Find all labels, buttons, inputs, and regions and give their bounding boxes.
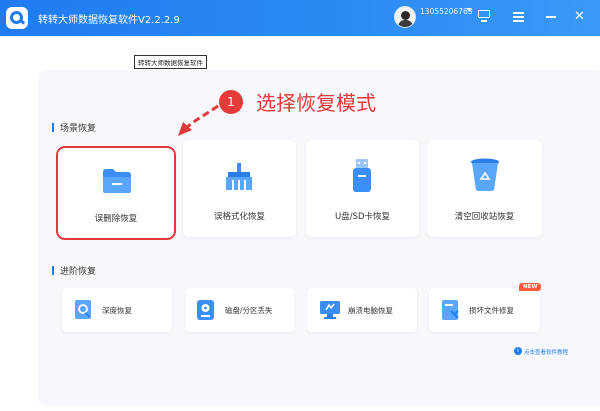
usb-drive-icon xyxy=(353,159,371,192)
card-recycle-bin-recovery[interactable]: 清空回收站恢复 xyxy=(427,140,542,237)
card-label: U盘/SD卡恢复 xyxy=(334,212,391,222)
info-icon[interactable]: i xyxy=(514,347,522,355)
card-deleted-recovery[interactable]: 误删除恢复 xyxy=(56,146,176,240)
new-badge: NEW xyxy=(519,283,542,291)
card-label: 误格式化恢复 xyxy=(213,212,265,222)
card-label: 误删除恢复 xyxy=(94,214,138,224)
step-number-badge: 1 xyxy=(219,90,243,114)
card-disk-partition-lost[interactable]: 磁盘/分区丢失 xyxy=(185,288,295,332)
card-repair-file[interactable]: 损坏文件修复 xyxy=(429,288,540,332)
disk-icon xyxy=(197,300,214,320)
card-label: 磁盘/分区丢失 xyxy=(225,306,273,315)
card-crashed-pc-recovery[interactable]: 崩溃电脑恢复 xyxy=(307,288,417,332)
recycle-bin-icon xyxy=(471,158,499,191)
section-title-scene: 场景恢复 xyxy=(60,124,97,134)
card-label: 深度恢复 xyxy=(102,306,132,315)
repair-file-icon xyxy=(442,300,459,320)
section-marker xyxy=(52,123,54,132)
crashed-pc-icon xyxy=(320,301,340,319)
section-title-advanced: 进阶恢复 xyxy=(60,267,97,277)
folder-icon xyxy=(103,169,131,193)
deep-scan-icon xyxy=(75,300,91,319)
card-usb-sd-recovery[interactable]: U盘/SD卡恢复 xyxy=(306,140,419,237)
step-instruction: 选择恢复模式 xyxy=(256,91,376,115)
card-format-recovery[interactable]: 误格式化恢复 xyxy=(183,140,296,237)
section-marker xyxy=(52,266,54,275)
card-label: 崩溃电脑恢复 xyxy=(348,306,393,315)
card-deep-recovery[interactable]: 深度恢复 xyxy=(62,288,172,332)
card-label: 清空回收站恢复 xyxy=(454,212,515,222)
help-tutorial-link[interactable]: 点击查看软件教程 xyxy=(524,348,568,356)
broom-icon xyxy=(226,163,252,190)
card-label: 损坏文件修复 xyxy=(469,306,514,315)
